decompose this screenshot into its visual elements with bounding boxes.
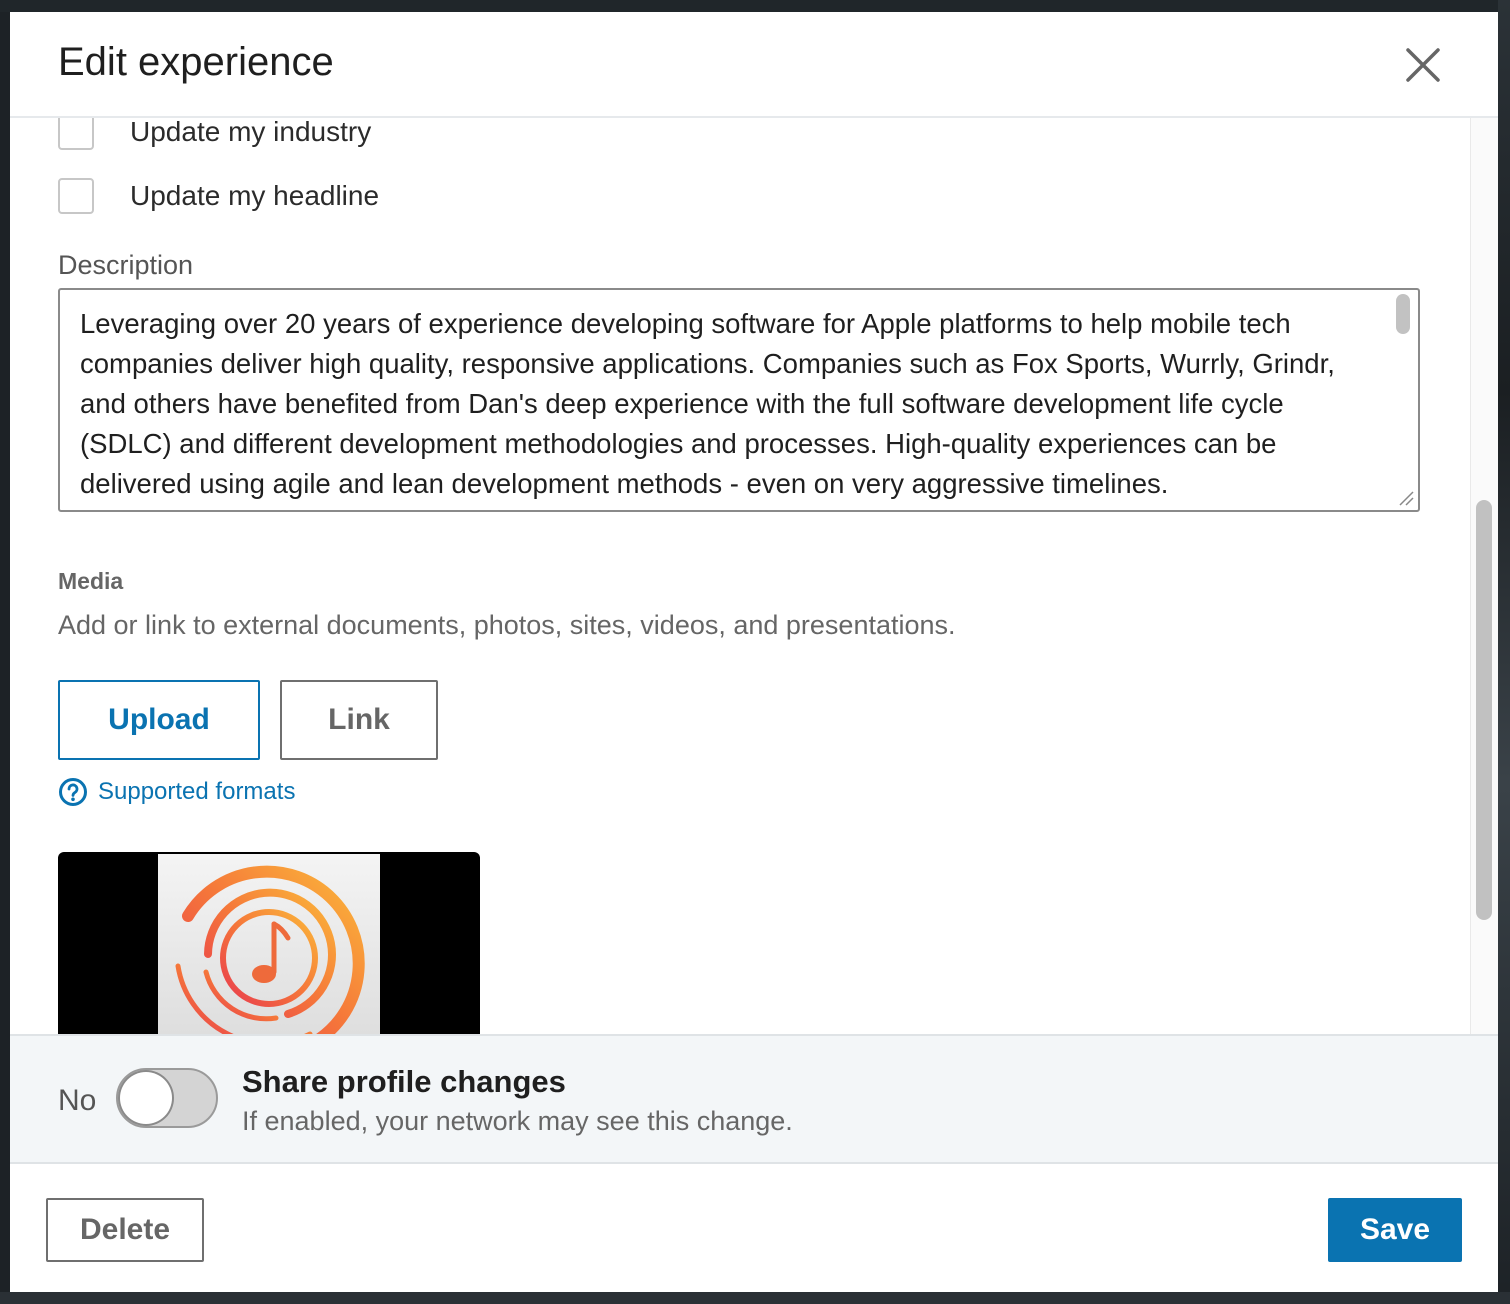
update-industry-checkbox[interactable] [58, 118, 94, 150]
edit-experience-modal: Edit experience Update my industry Updat… [10, 12, 1498, 1292]
description-text: Leveraging over 20 years of experience d… [80, 308, 1335, 499]
share-profile-bar: No Share profile changes If enabled, you… [10, 1034, 1498, 1164]
close-button[interactable] [1398, 42, 1446, 90]
thumbnail-image [158, 854, 380, 1034]
modal-header: Edit experience [10, 12, 1498, 118]
share-title: Share profile changes [242, 1064, 566, 1099]
delete-button[interactable]: Delete [46, 1198, 204, 1262]
backdrop-top [0, 0, 1510, 12]
update-headline-checkbox[interactable] [58, 178, 94, 214]
share-toggle[interactable] [116, 1068, 218, 1128]
modal-scrollbar-thumb[interactable] [1476, 500, 1492, 920]
backdrop-right [1498, 0, 1510, 1304]
supported-formats-label: Supported formats [98, 778, 296, 805]
media-thumbnail[interactable] [58, 852, 480, 1034]
modal-title: Edit experience [58, 40, 334, 84]
link-button[interactable]: Link [280, 680, 438, 760]
description-label: Description [58, 250, 194, 280]
media-description: Add or link to external documents, photo… [58, 610, 956, 640]
help-circle-icon [59, 778, 87, 806]
textarea-scrollbar[interactable] [1396, 294, 1410, 334]
checkbox-row-headline[interactable]: Update my headline [58, 176, 379, 216]
update-headline-label: Update my headline [130, 180, 380, 211]
description-textarea[interactable]: Leveraging over 20 years of experience d… [58, 288, 1420, 512]
media-title: Media [58, 568, 124, 594]
toggle-state-label: No [58, 1084, 97, 1117]
toggle-knob [120, 1072, 172, 1124]
music-note-icon [175, 865, 365, 1034]
close-icon [1406, 48, 1440, 82]
modal-content: Update my industry Update my headline De… [10, 118, 1470, 1034]
backdrop-bottom [0, 1292, 1510, 1304]
share-subtitle: If enabled, your network may see this ch… [242, 1106, 793, 1136]
resize-grip-icon[interactable] [1398, 490, 1414, 506]
supported-formats-link[interactable]: Supported formats [58, 776, 295, 808]
upload-button[interactable]: Upload [58, 680, 260, 760]
checkbox-row-industry[interactable]: Update my industry [58, 118, 371, 152]
save-button[interactable]: Save [1328, 1198, 1462, 1262]
modal-footer: Delete Save [10, 1164, 1498, 1292]
update-industry-label: Update my industry [130, 118, 372, 147]
